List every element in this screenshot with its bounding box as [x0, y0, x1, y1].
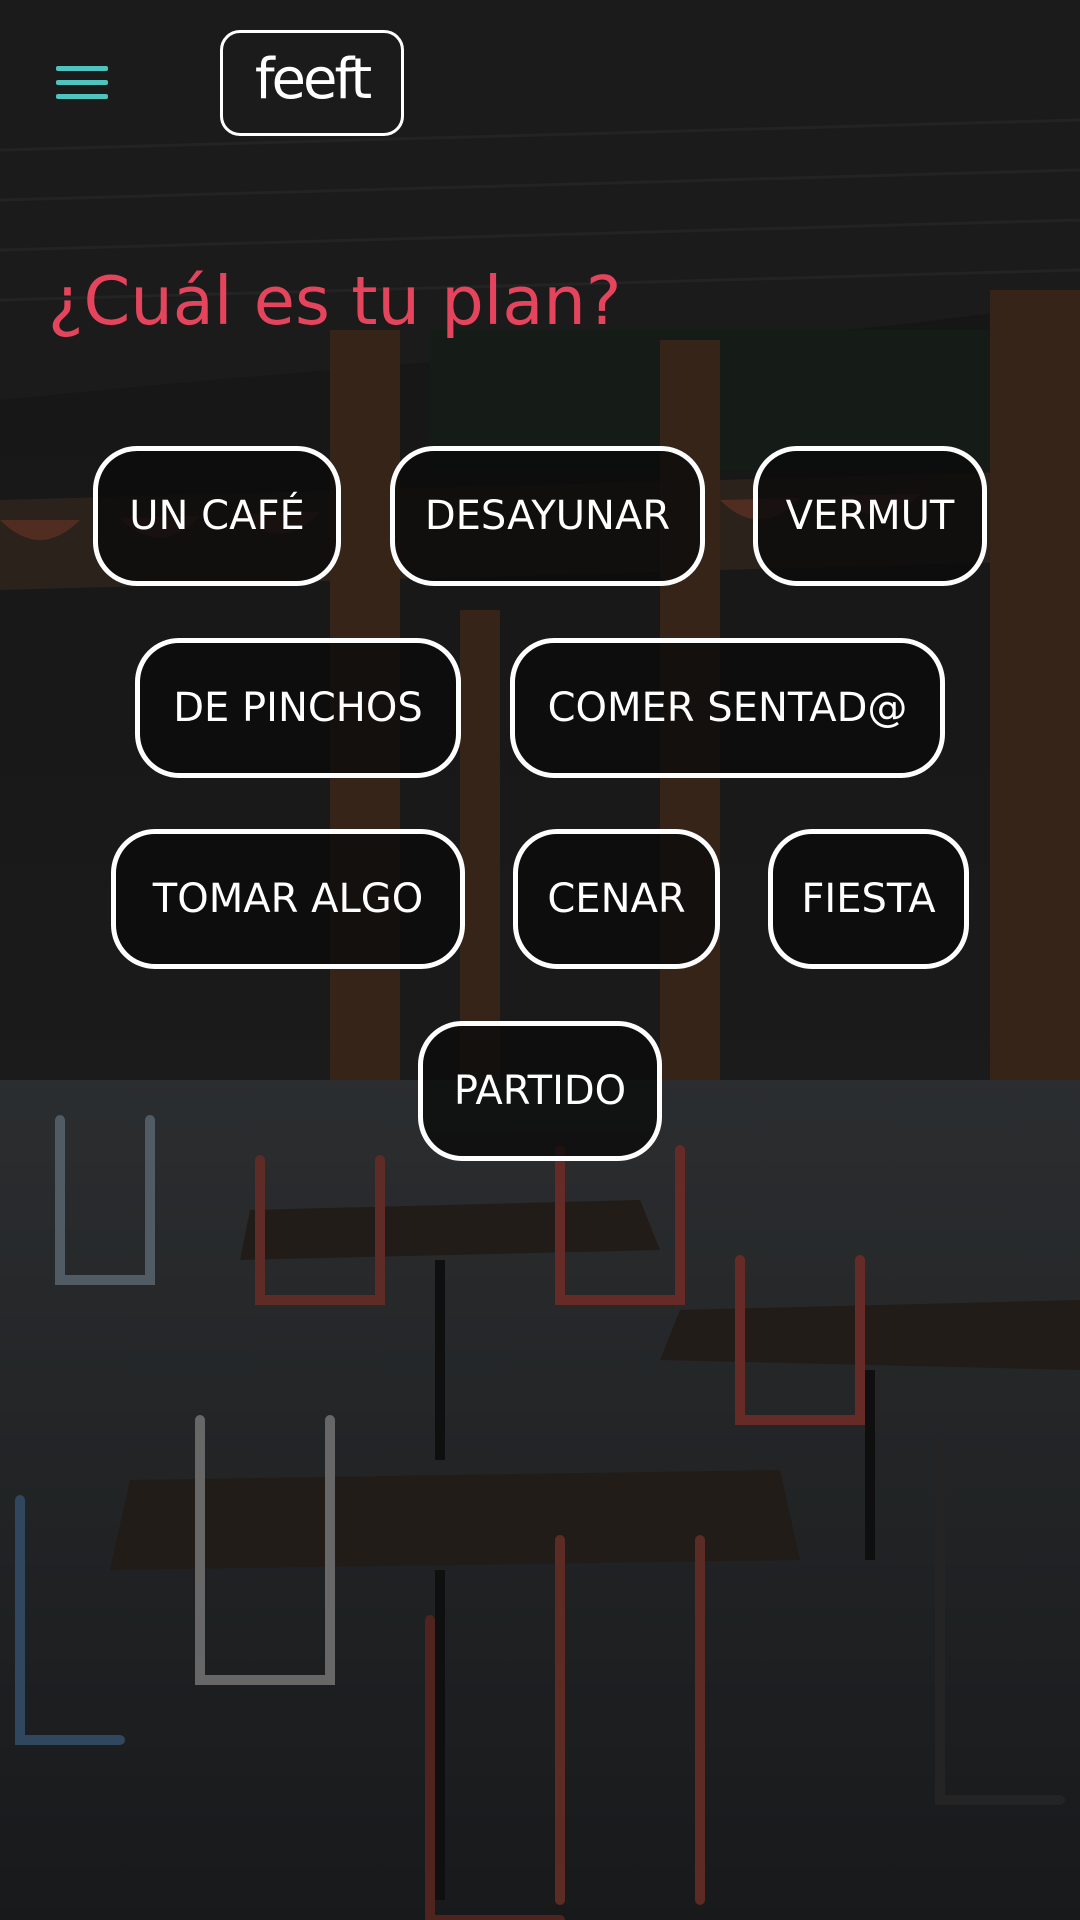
- option-partido-button[interactable]: PARTIDO: [418, 1021, 662, 1161]
- option-de-pinchos-button[interactable]: DE PINCHOS: [135, 638, 461, 778]
- option-desayunar-button[interactable]: DESAYUNAR: [390, 446, 705, 586]
- option-vermut-button[interactable]: VERMUT: [753, 446, 987, 586]
- option-cenar-button[interactable]: CENAR: [513, 829, 720, 969]
- option-un-cafe-button[interactable]: UN CAFÉ: [93, 446, 341, 586]
- plan-selection-screen: feeft ¿Cuál es tu plan? UN CAFÉ DESAYUNA…: [0, 0, 1080, 1920]
- option-tomar-algo-button[interactable]: TOMAR ALGO: [111, 829, 465, 969]
- plan-options: UN CAFÉ DESAYUNAR VERMUT DE PINCHOS COME…: [0, 0, 1080, 1920]
- option-fiesta-button[interactable]: FIESTA: [768, 829, 969, 969]
- option-comer-sentado-button[interactable]: COMER SENTAD@: [510, 638, 945, 778]
